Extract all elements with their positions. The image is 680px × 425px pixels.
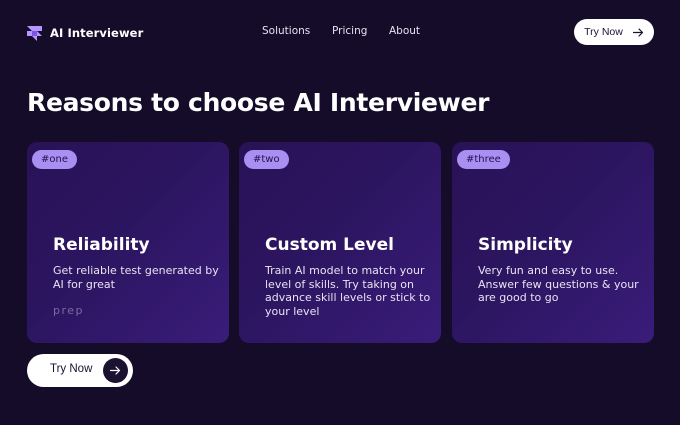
nav-link-about[interactable]: About [389, 25, 420, 37]
arrow-circle [103, 358, 128, 383]
try-now-button[interactable]: Try Now [27, 354, 133, 387]
card-description: Very fun and easy to use. Answer few que… [478, 264, 639, 304]
page-title: Reasons to choose AI Interviewer [27, 88, 490, 117]
feature-card-simplicity: #three Simplicity Very fun and easy to u… [452, 142, 654, 343]
try-now-header-button[interactable]: Try Now [574, 19, 654, 45]
card-description: Train AI model to match your level of sk… [265, 264, 431, 318]
landing-page: AI Interviewer Solutions Pricing About T… [0, 0, 680, 425]
nav-link-solutions[interactable]: Solutions [262, 25, 310, 37]
arrow-right-icon [632, 27, 643, 37]
card-title: Reliability [53, 235, 150, 255]
card-title: Custom Level [265, 235, 394, 255]
card-tag: #two [244, 150, 289, 169]
brand-name: AI Interviewer [50, 26, 144, 40]
arrow-right-icon [110, 366, 121, 375]
card-faded-text: prep [53, 304, 85, 317]
card-title: Simplicity [478, 235, 573, 255]
nav-link-pricing[interactable]: Pricing [332, 25, 367, 37]
try-now-header-label: Try Now [584, 26, 623, 38]
try-now-label: Try Now [50, 363, 93, 375]
card-description: Get reliable test generated by AI for gr… [53, 264, 219, 291]
feature-card-reliability: #one Reliability Get reliable test gener… [27, 142, 229, 343]
top-nav: AI Interviewer Solutions Pricing About T… [0, 0, 680, 64]
card-tag: #one [32, 150, 77, 169]
feature-card-custom-level: #two Custom Level Train AI model to matc… [239, 142, 441, 343]
brand[interactable]: AI Interviewer [27, 24, 143, 42]
logo-icon [27, 25, 42, 41]
card-tag: #three [457, 150, 510, 169]
